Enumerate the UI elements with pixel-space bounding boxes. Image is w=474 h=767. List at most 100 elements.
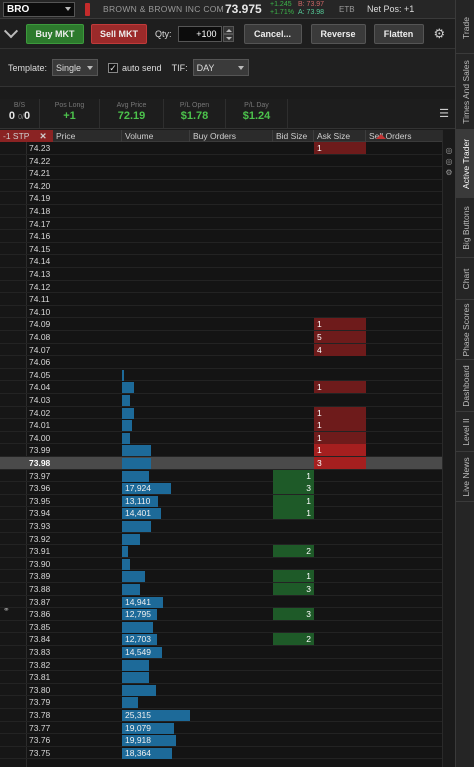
bid-size-cell[interactable] (273, 709, 314, 721)
ask-size-cell[interactable] (314, 722, 366, 734)
quantity-input[interactable]: +100 (177, 25, 222, 42)
bid-size-cell[interactable] (273, 318, 314, 330)
ask-size-cell[interactable] (314, 218, 366, 230)
bid-size-cell[interactable] (273, 747, 314, 759)
ask-size-cell[interactable] (314, 545, 366, 557)
bid-size-cell[interactable] (273, 230, 314, 242)
ladder-row[interactable]: 74.18 (0, 205, 455, 218)
side-tab-level-ii[interactable]: Level II (456, 412, 474, 452)
ask-size-cell[interactable] (314, 167, 366, 179)
bid-size-cell[interactable] (273, 218, 314, 230)
bid-size-cell[interactable]: 3 (273, 482, 314, 495)
ask-size-cell[interactable] (314, 281, 366, 293)
bid-size-cell[interactable] (273, 167, 314, 179)
ask-size-cell[interactable] (314, 495, 366, 507)
price-column-header[interactable]: Price (53, 130, 122, 142)
template-select[interactable]: Single (52, 59, 99, 76)
bid-size-column-header[interactable]: Bid Size (273, 130, 314, 142)
ladder-row[interactable]: 74.22 (0, 155, 455, 168)
ladder-row[interactable]: 74.12 (0, 281, 455, 294)
ask-size-cell[interactable] (314, 608, 366, 620)
bid-size-cell[interactable] (273, 142, 314, 154)
bid-size-cell[interactable] (273, 407, 314, 419)
ladder-row[interactable]: 74.08 5 (0, 331, 455, 344)
bid-size-cell[interactable]: 1 (273, 494, 314, 507)
side-tab-trade[interactable]: Trade (456, 2, 474, 54)
bid-size-cell[interactable] (273, 684, 314, 696)
ask-size-cell[interactable] (314, 356, 366, 368)
bid-size-cell[interactable] (273, 419, 314, 431)
bid-size-cell[interactable] (273, 281, 314, 293)
ladder-row[interactable]: 73.80 (0, 684, 455, 697)
ask-size-cell[interactable] (314, 633, 366, 645)
ask-size-cell[interactable] (314, 180, 366, 192)
ladder-row[interactable]: 73.96 17,924 3 (0, 482, 455, 495)
bid-size-cell[interactable] (273, 671, 314, 683)
bid-size-cell[interactable] (273, 205, 314, 217)
ask-size-cell[interactable] (314, 306, 366, 318)
center-icon[interactable]: ◎ (443, 146, 455, 155)
bid-size-cell[interactable]: 1 (273, 507, 314, 520)
tif-select[interactable]: DAY (192, 59, 249, 76)
ladder-row[interactable]: 74.17 (0, 218, 455, 231)
ask-size-cell[interactable] (314, 747, 366, 759)
ask-size-cell[interactable] (314, 155, 366, 167)
ask-size-cell[interactable] (314, 243, 366, 255)
bid-size-cell[interactable] (273, 369, 314, 381)
ladder-row[interactable]: 73.77 19,079 (0, 722, 455, 735)
buy-orders-column-header[interactable]: Buy Orders (190, 130, 273, 142)
bid-size-cell[interactable] (273, 533, 314, 545)
ask-size-cell[interactable] (314, 520, 366, 532)
ask-size-cell[interactable] (314, 230, 366, 242)
bid-size-cell[interactable] (273, 306, 314, 318)
ask-size-cell[interactable] (314, 558, 366, 570)
chevron-down-icon[interactable] (3, 23, 19, 38)
volume-column-header[interactable]: Volume (122, 130, 190, 142)
bid-size-cell[interactable] (273, 255, 314, 267)
buy-mkt-button[interactable]: Buy MKT (26, 23, 84, 44)
bid-size-cell[interactable] (273, 646, 314, 658)
ladder-row[interactable]: 74.10 (0, 306, 455, 319)
ask-size-cell[interactable]: 1 (314, 431, 366, 444)
ladder-row[interactable]: 73.86 12,795 3 (0, 608, 455, 621)
alert-icon[interactable] (85, 2, 90, 16)
ask-size-cell[interactable] (314, 696, 366, 708)
bid-size-cell[interactable]: 2 (273, 545, 314, 558)
ladder-row[interactable]: 73.98 3 (0, 457, 455, 470)
ask-size-cell[interactable] (314, 671, 366, 683)
ask-size-cell[interactable] (314, 734, 366, 746)
side-tab-big-buttons[interactable]: Big Buttons (456, 198, 474, 258)
ladder-row[interactable]: 74.23 1 (0, 142, 455, 155)
increment-icon[interactable] (222, 25, 234, 34)
flatten-button[interactable]: Flatten (373, 23, 424, 44)
ladder-row[interactable]: 74.02 1 (0, 406, 455, 420)
ladder-row[interactable]: 73.85 (0, 621, 455, 634)
ladder-row[interactable]: 73.78 25,315 (0, 709, 455, 722)
ask-size-cell[interactable] (314, 268, 366, 280)
bid-size-cell[interactable] (273, 558, 314, 570)
settings-icon[interactable]: ⚙ (443, 168, 455, 177)
ask-size-cell[interactable] (314, 205, 366, 217)
ask-size-cell[interactable]: 1 (314, 318, 366, 331)
ladder-row[interactable]: 74.19 (0, 192, 455, 205)
ladder-row[interactable]: 73.92 (0, 533, 455, 546)
bid-size-cell[interactable] (273, 457, 314, 469)
ladder-scrollbar[interactable]: ◎ ◎ ⚙ (442, 130, 455, 767)
reverse-button[interactable]: Reverse (310, 23, 366, 44)
bid-size-cell[interactable] (273, 268, 314, 280)
side-tab-times-and-sales[interactable]: Times And Sales (456, 54, 474, 130)
ladder-row[interactable]: 74.05 (0, 369, 455, 382)
bid-size-cell[interactable] (273, 394, 314, 406)
ask-size-cell[interactable] (314, 255, 366, 267)
ladder-row[interactable]: 74.09 1 (0, 318, 455, 331)
bid-size-cell[interactable] (273, 381, 314, 393)
ladder-row[interactable]: 74.16 (0, 230, 455, 243)
ladder-row[interactable]: 74.06 (0, 356, 455, 369)
side-tab-phase-scores[interactable]: Phase Scores (456, 300, 474, 360)
ask-size-cell[interactable] (314, 192, 366, 204)
sell-mkt-button[interactable]: Sell MKT (91, 23, 147, 44)
ladder-row[interactable]: 73.82 (0, 659, 455, 672)
ladder-row[interactable]: 74.07 4 (0, 343, 455, 357)
bid-size-cell[interactable] (273, 520, 314, 532)
bid-size-cell[interactable] (273, 696, 314, 708)
